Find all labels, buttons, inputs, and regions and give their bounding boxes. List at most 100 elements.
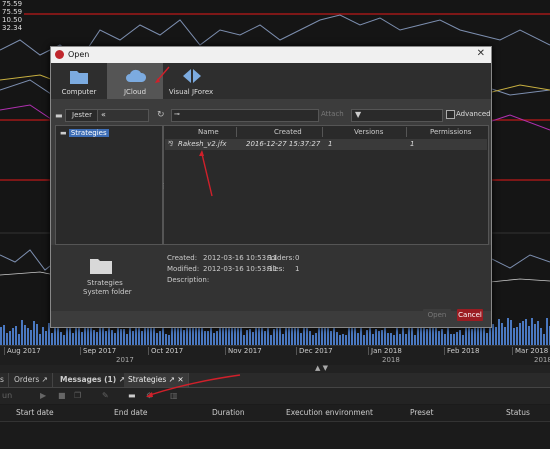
edit-icon[interactable]: ✎ [102, 391, 109, 400]
volume-bar [240, 326, 242, 345]
volume-bar [54, 325, 56, 345]
settings-icon[interactable]: ⚙ [146, 391, 153, 400]
tab-messages[interactable]: Messages (1) ↗ [56, 373, 131, 387]
detail-folder-name: Strategies [87, 279, 123, 287]
folder-tree: ▬ Strategies [55, 125, 163, 245]
close-icon[interactable]: ✕ [177, 375, 183, 384]
volume-bar [531, 318, 533, 345]
volume-bar [159, 331, 161, 345]
copy-icon[interactable]: ❐ [74, 391, 81, 400]
volume-bar [462, 335, 464, 345]
year-label: 2018 [382, 356, 400, 364]
volume-bar [12, 328, 14, 345]
col-start-date[interactable]: Start date [16, 408, 54, 417]
volume-bar [468, 328, 470, 345]
volume-bar [279, 328, 281, 345]
volume-bar [168, 335, 170, 345]
funnel-icon: ▼ [355, 110, 362, 119]
open-folder-icon[interactable]: ▬ [128, 391, 136, 400]
volume-bar [252, 332, 254, 345]
price-label: 75.59 [2, 0, 23, 8]
volume-bar [21, 320, 23, 345]
volume-bar [393, 335, 395, 345]
volume-bar [189, 327, 191, 345]
volume-bar [96, 332, 98, 345]
stop-icon[interactable]: ■ [58, 391, 66, 400]
tree-item-strategies[interactable]: ▬ Strategies [60, 128, 109, 138]
volume-bar [399, 334, 401, 345]
volume-bar [84, 328, 86, 345]
volume-bar [426, 329, 428, 345]
tab-orders[interactable]: Orders ↗ [10, 373, 53, 387]
volume-bar [294, 325, 296, 345]
source-bar: Computer JCloud Visual JForex [51, 63, 491, 99]
volume-bar [300, 333, 302, 345]
volume-bar [138, 327, 140, 345]
popout-icon[interactable]: ↗ [169, 375, 175, 384]
volume-bar [123, 329, 125, 345]
play-icon[interactable]: ▶ [40, 391, 46, 400]
volume-bar [207, 331, 209, 345]
filter-input[interactable]: ⊸ [171, 109, 319, 122]
month-label: Mar 2018 [512, 347, 548, 355]
volume-bar [444, 334, 446, 345]
volume-bar [141, 331, 143, 345]
volume-bar [408, 327, 410, 345]
run-label[interactable]: un [2, 391, 12, 400]
year-label: 2017 [116, 356, 134, 364]
search-filter-input[interactable]: ▼ [351, 109, 443, 122]
tab-label: Strategies [128, 375, 167, 384]
col-environment[interactable]: Execution environment [286, 408, 373, 417]
tab-stub[interactable]: s [0, 373, 9, 387]
col-status[interactable]: Status [506, 408, 530, 417]
tab-label: Messages (1) [60, 375, 117, 384]
volume-bar [309, 331, 311, 345]
open-button[interactable]: Open [423, 309, 451, 321]
tab-strategies[interactable]: Strategies ↗ ✕ [124, 373, 189, 387]
volume-bar [171, 328, 173, 345]
panel-splitter[interactable]: ▲ ▼ [0, 364, 550, 373]
volume-bar [366, 330, 368, 345]
volume-bar [546, 318, 548, 345]
volume-bar [414, 335, 416, 345]
volume-bar [186, 328, 188, 345]
dialog-titlebar: Open ✕ [51, 47, 491, 63]
volume-bar [378, 331, 380, 345]
volume-bar [480, 326, 482, 345]
price-label: 32.34 [2, 24, 23, 32]
col-end-date[interactable]: End date [114, 408, 148, 417]
volume-bar [513, 328, 515, 345]
close-icon[interactable]: ✕ [477, 48, 485, 59]
folder-icon [90, 259, 112, 274]
price-label: 10.50 [2, 16, 23, 24]
volume-bar [42, 327, 44, 345]
path-user: Jester [72, 111, 92, 119]
volume-bar [360, 327, 362, 345]
volume-bar [63, 335, 65, 345]
attach-button[interactable]: Attach [321, 110, 344, 118]
back-label: « [101, 110, 106, 119]
volume-bar [342, 334, 344, 345]
volume-bar [198, 327, 200, 345]
volume-bar [534, 324, 536, 345]
library-icon[interactable]: ▥ [170, 391, 178, 400]
volume-bar [87, 326, 89, 345]
volume-bar [192, 328, 194, 345]
popout-icon[interactable]: ↗ [42, 375, 48, 384]
collapse-arrows-icon[interactable]: ▲ ▼ [315, 364, 328, 372]
col-preset[interactable]: Preset [410, 408, 433, 417]
refresh-icon[interactable]: ↻ [157, 110, 165, 120]
volume-bar [81, 332, 83, 345]
results-table-header: Start date End date Duration Execution e… [0, 405, 550, 422]
volume-bar [510, 320, 512, 345]
back-button[interactable]: « [97, 109, 149, 122]
advanced-checkbox[interactable] [446, 110, 455, 119]
volume-bar [369, 327, 371, 345]
col-duration[interactable]: Duration [212, 408, 245, 417]
volume-bar [75, 328, 77, 345]
volume-bar [108, 326, 110, 345]
volume-bar [465, 325, 467, 345]
volume-bar [156, 333, 158, 345]
volume-bar [339, 335, 341, 345]
cancel-button[interactable]: Cancel [457, 309, 483, 321]
